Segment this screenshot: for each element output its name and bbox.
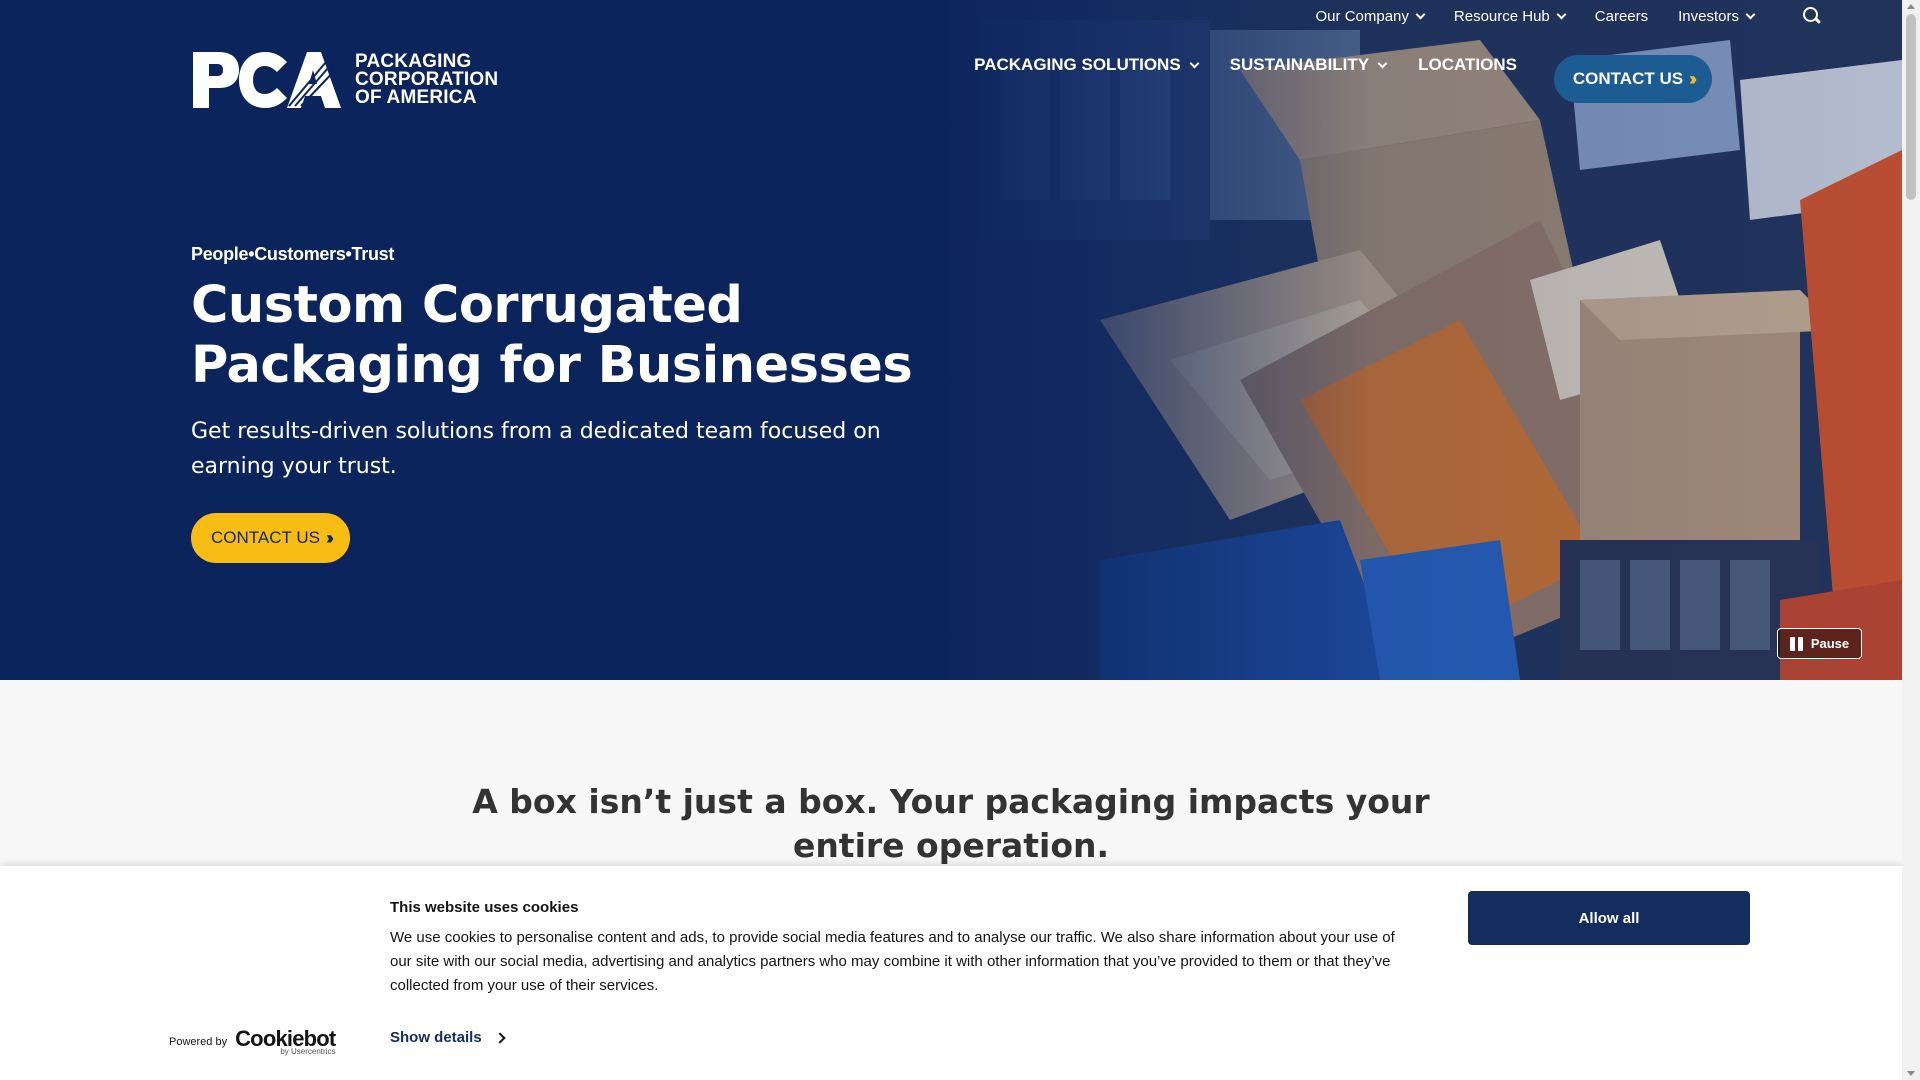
search-icon[interactable] <box>1802 6 1822 26</box>
allow-all-button[interactable]: Allow all <box>1468 891 1750 945</box>
utility-nav-our-company[interactable]: Our Company <box>1315 7 1426 25</box>
utility-nav-label: Careers <box>1594 7 1649 25</box>
hero-banner: Our Company Resource Hub Careers Investo… <box>0 0 1902 680</box>
double-chevron-right-icon: ›› <box>325 527 334 548</box>
pca-logo[interactable]: PACKAGING CORPORATION OF AMERICA <box>191 48 498 112</box>
cookie-body: We use cookies to personalise content an… <box>390 929 1395 994</box>
nav-sustainability[interactable]: SUSTAINABILITY <box>1229 55 1388 75</box>
utility-nav-label: Resource Hub <box>1453 7 1550 25</box>
nav-packaging-solutions[interactable]: PACKAGING SOLUTIONS <box>974 55 1200 75</box>
powered-by-label: Powered by <box>169 1036 228 1048</box>
chevron-right-icon <box>494 1031 506 1044</box>
intro-heading: A box isn’t just a box. Your packaging i… <box>472 782 1430 865</box>
hero-cta-label: CONTACT US <box>211 528 320 547</box>
header-contact-button[interactable]: CONTACT US ›› <box>1554 55 1712 103</box>
cookiebot-subtext: by Usercentrics <box>280 1047 336 1056</box>
show-details-link[interactable]: Show details <box>390 1029 506 1046</box>
utility-nav-careers[interactable]: Careers <box>1595 8 1648 25</box>
utility-nav-investors[interactable]: Investors <box>1678 7 1756 25</box>
hero-subtitle: Get results-driven solutions from a dedi… <box>191 419 881 479</box>
pca-logo-mark <box>193 52 341 108</box>
logo-wordmark: PACKAGING CORPORATION OF AMERICA <box>355 52 498 108</box>
utility-nav: Our Company Resource Hub Careers Investo… <box>1316 6 1822 26</box>
utility-nav-label: Our Company <box>1315 7 1409 25</box>
hero-contact-button[interactable]: CONTACT US ›› <box>191 513 350 563</box>
double-chevron-right-icon: ›› <box>1689 68 1697 89</box>
chevron-down-icon <box>1556 9 1567 19</box>
hero-boxes-image <box>940 0 1902 680</box>
cookiebot-logo: Cookiebot by Usercentrics <box>235 1028 336 1056</box>
hero-title: Custom Corrugated Packaging for Business… <box>191 276 913 395</box>
utility-nav-label: Investors <box>1678 7 1739 25</box>
main-nav: PACKAGING SOLUTIONS SUSTAINABILITY LOCAT… <box>974 55 1517 75</box>
chevron-down-icon <box>1745 9 1756 19</box>
pause-label: Pause <box>1810 636 1850 651</box>
chevron-down-icon <box>1377 58 1388 68</box>
pause-icon <box>1789 636 1803 651</box>
contact-label: CONTACT US <box>1572 69 1684 88</box>
hero-tagline: People•Customers•Trust <box>191 244 395 264</box>
logo-line: OF AMERICA <box>355 87 477 108</box>
cookie-title: This website uses cookies <box>390 899 579 916</box>
cookiebot-branding[interactable]: Powered by Cookiebot by Usercentrics <box>169 1028 336 1056</box>
chevron-down-icon <box>1415 9 1426 19</box>
main-nav-label: SUSTAINABILITY <box>1229 55 1370 74</box>
main-nav-label: LOCATIONS <box>1418 55 1517 74</box>
nav-locations[interactable]: LOCATIONS <box>1418 55 1517 75</box>
scroll-down-arrow-icon[interactable] <box>1907 1071 1915 1076</box>
scroll-up-arrow-icon[interactable] <box>1907 4 1915 9</box>
scrollbar-thumb[interactable] <box>1906 14 1916 200</box>
chevron-down-icon <box>1189 58 1200 68</box>
utility-nav-resource-hub[interactable]: Resource Hub <box>1453 7 1567 25</box>
show-details-label: Show details <box>390 1029 482 1046</box>
main-nav-label: PACKAGING SOLUTIONS <box>974 55 1181 74</box>
slideshow-pause-button[interactable]: Pause <box>1777 628 1862 659</box>
page-scrollbar[interactable] <box>1902 0 1920 1080</box>
cookie-banner: This website uses cookies We use cookies… <box>0 866 1902 1080</box>
